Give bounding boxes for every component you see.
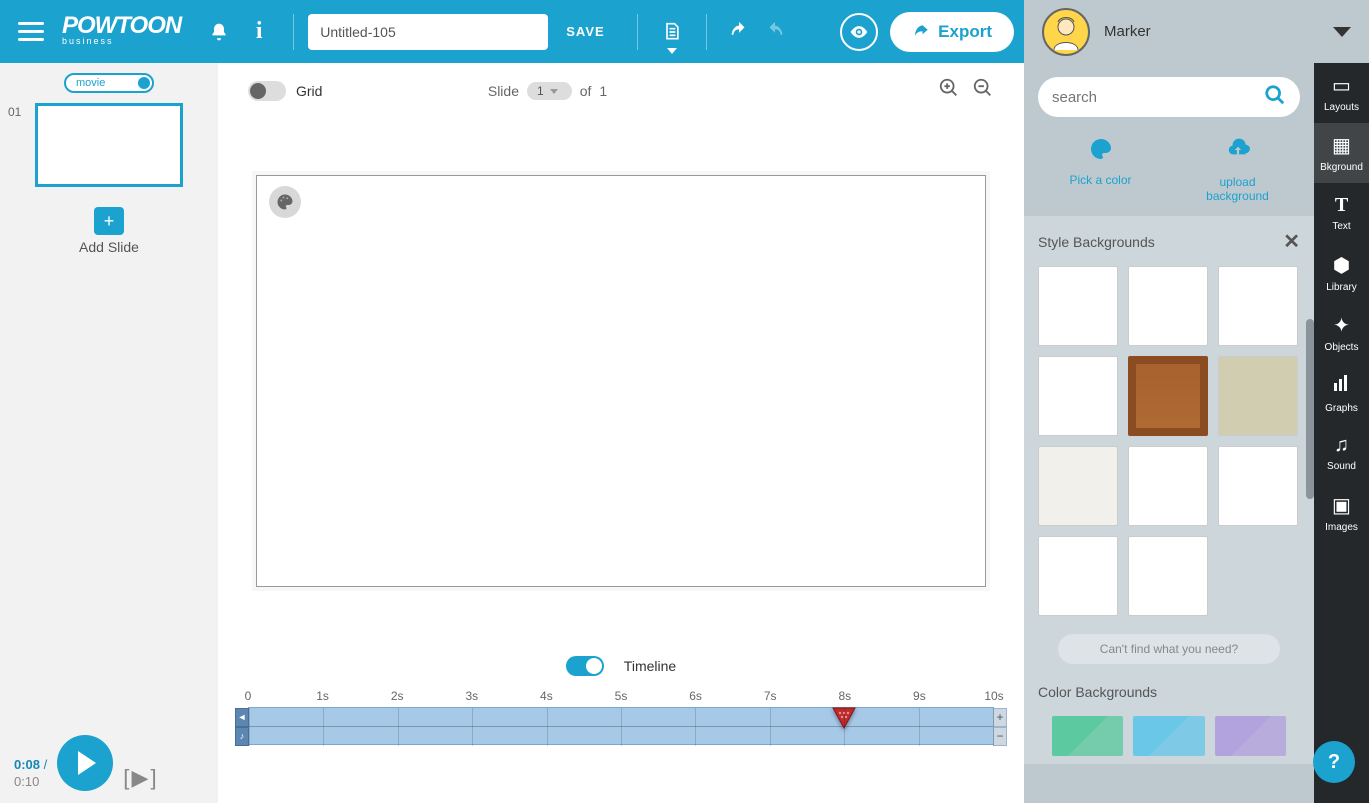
- library-tool[interactable]: ⬢Library: [1314, 243, 1369, 303]
- background-tile[interactable]: [1128, 446, 1208, 526]
- top-bar: POWTOON business i SAVE Export Marker: [0, 0, 1369, 63]
- slide-counter: Slide 1 of 1: [488, 82, 607, 100]
- background-tile[interactable]: [1038, 356, 1118, 436]
- background-tile[interactable]: [1038, 536, 1118, 616]
- app-logo: POWTOON business: [62, 18, 181, 44]
- search-input[interactable]: [1052, 89, 1264, 106]
- graphs-tool[interactable]: Graphs: [1314, 363, 1369, 423]
- add-slide-button[interactable]: +: [94, 207, 124, 235]
- grid-label: Grid: [296, 83, 322, 99]
- background-tile[interactable]: [1218, 356, 1298, 436]
- color-swatch[interactable]: [1133, 716, 1204, 756]
- zoom-out-icon[interactable]: [972, 77, 994, 105]
- user-name: Marker: [1104, 23, 1333, 40]
- avatar: [1042, 8, 1090, 56]
- search-icon[interactable]: [1264, 84, 1286, 111]
- undo-icon[interactable]: [727, 20, 751, 44]
- save-button[interactable]: SAVE: [566, 24, 604, 39]
- title-input[interactable]: [308, 14, 548, 50]
- zoom-in-icon[interactable]: [938, 77, 960, 105]
- divider: [293, 14, 294, 50]
- scrollbar[interactable]: [1306, 319, 1314, 499]
- slide-selector[interactable]: 1: [527, 82, 572, 100]
- upload-background-button[interactable]: uploadbackground: [1169, 137, 1306, 204]
- style-backgrounds-header: Style Backgrounds: [1038, 234, 1155, 250]
- canvas-area: [218, 119, 1024, 643]
- background-tile[interactable]: [1128, 536, 1208, 616]
- time-display: 0:08 / 0:10: [14, 757, 47, 791]
- background-tile[interactable]: [1218, 446, 1298, 526]
- play-button[interactable]: [57, 735, 113, 791]
- slide-thumbnail[interactable]: [35, 103, 183, 187]
- play-section-button[interactable]: [ ▶ ]: [123, 765, 154, 791]
- text-tool[interactable]: TText: [1314, 183, 1369, 243]
- background-tile[interactable]: [1218, 266, 1298, 346]
- sound-tool[interactable]: ♫Sound: [1314, 423, 1369, 483]
- canvas-toolbar: Grid Slide 1 of 1: [218, 63, 1024, 119]
- background-tile[interactable]: [1038, 266, 1118, 346]
- user-menu[interactable]: Marker: [1024, 0, 1369, 63]
- preview-button[interactable]: [840, 13, 878, 51]
- slides-sidebar: movie 01 + Add Slide: [0, 63, 218, 693]
- timeline-extend-button[interactable]: +: [993, 708, 1007, 727]
- add-slide-label: Add Slide: [0, 239, 218, 255]
- background-tile[interactable]: [1128, 356, 1208, 436]
- background-tool[interactable]: ▦Bkground: [1314, 123, 1369, 183]
- objects-tool[interactable]: ✦Objects: [1314, 303, 1369, 363]
- grid-toggle[interactable]: [248, 81, 286, 101]
- divider: [706, 14, 707, 50]
- background-grid: [1038, 258, 1300, 630]
- timeline-label: Timeline: [624, 658, 676, 674]
- palette-icon[interactable]: [269, 186, 301, 218]
- help-button[interactable]: ?: [1313, 741, 1355, 783]
- menu-icon[interactable]: [18, 17, 44, 46]
- timeline-toggle[interactable]: [566, 656, 604, 676]
- play-bar: 0:08 / 0:10 [ ▶ ]: [0, 693, 218, 803]
- color-backgrounds-header: Color Backgrounds: [1038, 684, 1157, 700]
- movie-toggle[interactable]: movie: [64, 73, 154, 93]
- properties-panel: ▶ Pick a color uploadbackground Style Ba…: [1024, 63, 1314, 803]
- slide-number: 01: [8, 105, 21, 119]
- background-tile[interactable]: [1128, 266, 1208, 346]
- color-swatch[interactable]: [1052, 716, 1123, 756]
- timeline-audio-tab[interactable]: ♪: [235, 727, 249, 746]
- timeline-enter-tab[interactable]: ◄: [235, 708, 249, 727]
- layouts-tool[interactable]: ▭Layouts: [1314, 63, 1369, 123]
- tool-strip: ▭Layouts ▦Bkground TText ⬢Library ✦Objec…: [1314, 63, 1369, 803]
- bell-icon[interactable]: [207, 20, 231, 44]
- close-icon[interactable]: ✕: [1283, 229, 1300, 254]
- timeline-panel: Timeline 01s2s3s4s5s6s7s8s9s10s ◄ ♪ + −: [218, 643, 1024, 803]
- color-swatch[interactable]: [1215, 716, 1286, 756]
- redo-icon[interactable]: [763, 20, 787, 44]
- info-icon[interactable]: i: [247, 20, 271, 44]
- timeline-shrink-button[interactable]: −: [993, 727, 1007, 746]
- images-tool[interactable]: ▣Images: [1314, 483, 1369, 543]
- canvas[interactable]: [256, 175, 986, 587]
- timeline-ruler[interactable]: 01s2s3s4s5s6s7s8s9s10s ◄ ♪ + −: [248, 689, 994, 759]
- export-button[interactable]: Export: [890, 12, 1014, 52]
- background-tile[interactable]: [1038, 446, 1118, 526]
- divider: [637, 14, 638, 50]
- chevron-down-icon: [1333, 27, 1351, 37]
- document-icon[interactable]: [660, 20, 684, 44]
- cant-find-button[interactable]: Can't find what you need?: [1058, 634, 1280, 664]
- pick-color-button[interactable]: Pick a color: [1032, 137, 1169, 204]
